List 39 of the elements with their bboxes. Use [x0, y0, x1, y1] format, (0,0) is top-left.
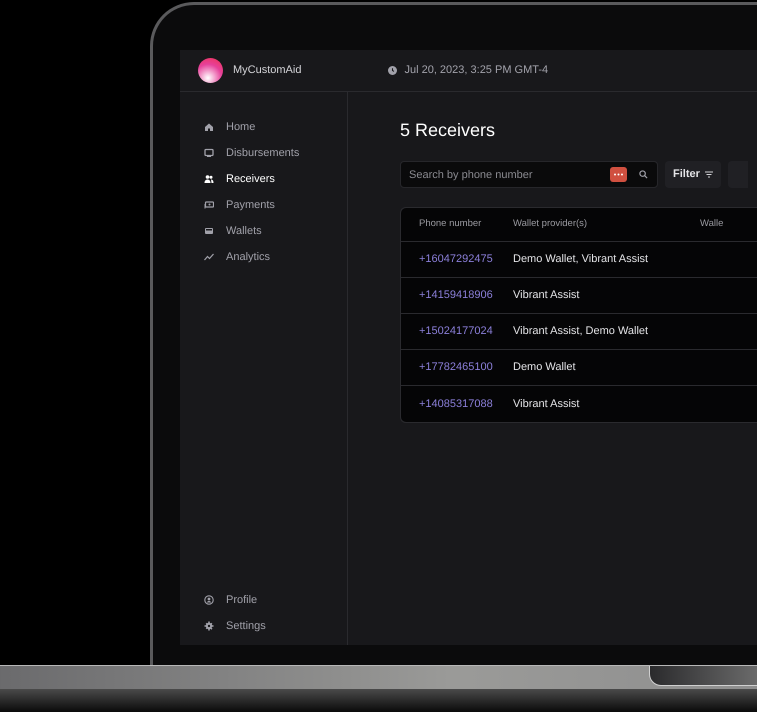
phone-number-link[interactable]: +15024177024	[401, 323, 513, 340]
phone-number-link[interactable]: +17782465100	[401, 359, 513, 376]
people-icon	[204, 174, 214, 184]
app-name: MyCustomAid	[233, 63, 302, 78]
nav-item[interactable]: Payments	[200, 192, 327, 218]
phone-number-link[interactable]: +14159418906	[401, 287, 513, 304]
date-time: Jul 20, 2023, 3:25 PM GMT-4	[404, 63, 548, 78]
table-cell-text: Demo Wallet	[513, 360, 576, 376]
password-manager-icon[interactable]	[610, 167, 627, 182]
phone-number-link[interactable]: +16047292475	[401, 251, 513, 268]
user-circle-icon	[204, 595, 214, 605]
nav-item[interactable]: Analytics	[200, 244, 327, 270]
column-header: Walle	[700, 217, 724, 232]
page-title: 5 Receivers	[400, 119, 496, 142]
nav-item[interactable]: Wallets	[200, 218, 327, 244]
nav-item[interactable]: Profile	[200, 587, 327, 613]
filter-icon	[704, 171, 713, 178]
column-header: Phone number	[418, 217, 482, 232]
table-cell-text: Vibrant Assist	[513, 396, 580, 412]
table-cell-text: Vibrant Assist	[513, 288, 580, 304]
trend-line-icon	[204, 252, 214, 262]
filter-button[interactable]: Filter	[665, 161, 721, 188]
table-cell-text: Demo Wallet, Vibrant Assist	[513, 252, 648, 268]
monitor-icon	[204, 148, 214, 158]
settings-icon	[204, 621, 214, 631]
nav-item[interactable]: Home	[200, 114, 327, 140]
nav-item[interactable]: Disbursements	[200, 140, 327, 166]
clock-icon	[388, 66, 398, 75]
phone-number-link[interactable]: +14085317088	[401, 396, 513, 412]
logo-icon	[198, 58, 223, 83]
wallet-icon	[204, 226, 214, 236]
nav-item[interactable]: Settings	[200, 613, 327, 639]
column-header: Wallet provider(s)	[513, 217, 588, 232]
table-cell-text: Vibrant Assist, Demo Wallet	[513, 324, 648, 340]
home-icon	[204, 122, 214, 132]
search-field[interactable]: Search by phone number	[400, 161, 658, 188]
nav-item[interactable]: Receivers	[200, 166, 327, 192]
search-icon[interactable]	[639, 170, 648, 179]
banknote-icon	[204, 200, 214, 210]
